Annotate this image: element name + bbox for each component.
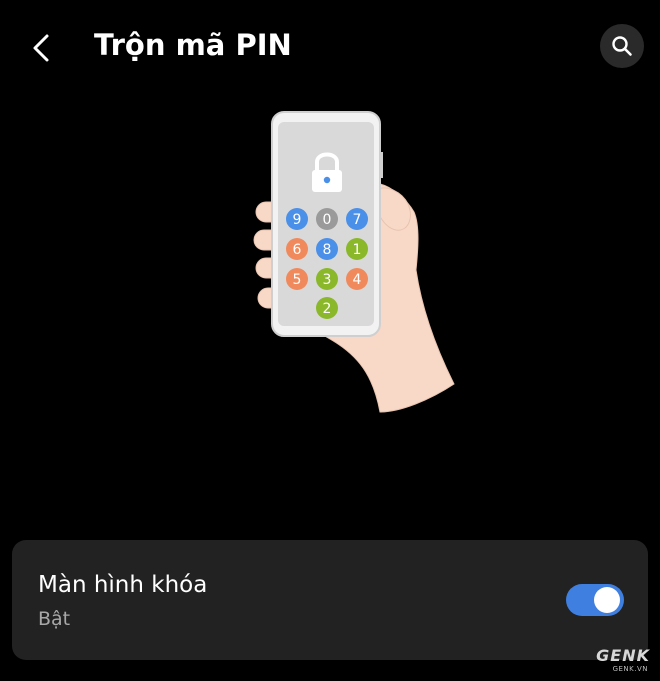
setting-status: Bật (38, 608, 71, 630)
keypad-key: 9 (286, 208, 308, 230)
keypad-key-label: 6 (293, 242, 302, 258)
toggle-knob (594, 587, 620, 613)
keypad-key-label: 4 (353, 272, 362, 288)
keypad-key-label: 8 (323, 242, 332, 258)
keypad-key-label: 2 (323, 301, 332, 317)
keypad-key: 6 (286, 238, 308, 260)
search-button[interactable] (600, 24, 644, 68)
back-button[interactable] (20, 26, 64, 70)
keypad-key-label: 9 (293, 212, 302, 228)
phone-in-hand-image: 9 0 7 6 8 1 5 3 4 2 (253, 111, 455, 413)
scramble-pin-illustration: 9 0 7 6 8 1 5 3 4 2 (230, 100, 470, 420)
keypad-key: 8 (316, 238, 338, 260)
page-title: Trộn mã PIN (94, 28, 292, 62)
keypad-key: 4 (346, 268, 368, 290)
keypad-key: 0 (316, 208, 338, 230)
app-header: Trộn mã PIN (0, 0, 660, 96)
keypad-key-label: 0 (323, 212, 332, 228)
keypad-key: 2 (316, 297, 338, 319)
keypad-key-label: 5 (293, 272, 302, 288)
keypad-key: 1 (346, 238, 368, 260)
lock-screen-setting[interactable]: Màn hình khóa Bật (12, 540, 648, 660)
keypad-key-label: 1 (353, 242, 362, 258)
setting-title: Màn hình khóa (38, 572, 208, 598)
keypad-key-label: 7 (353, 212, 362, 228)
watermark-sub: GENK.VN (612, 665, 648, 673)
phone-side-button (380, 152, 383, 178)
watermark-logo: GENK GENK.VN (560, 646, 656, 676)
lock-screen-toggle[interactable] (566, 584, 624, 616)
back-arrow-icon (33, 34, 49, 62)
keypad-key: 3 (316, 268, 338, 290)
keypad-key: 7 (346, 208, 368, 230)
keypad-key-label: 3 (323, 272, 332, 288)
watermark-main: GENK (596, 646, 650, 665)
keypad-key: 5 (286, 268, 308, 290)
search-icon (612, 36, 632, 56)
